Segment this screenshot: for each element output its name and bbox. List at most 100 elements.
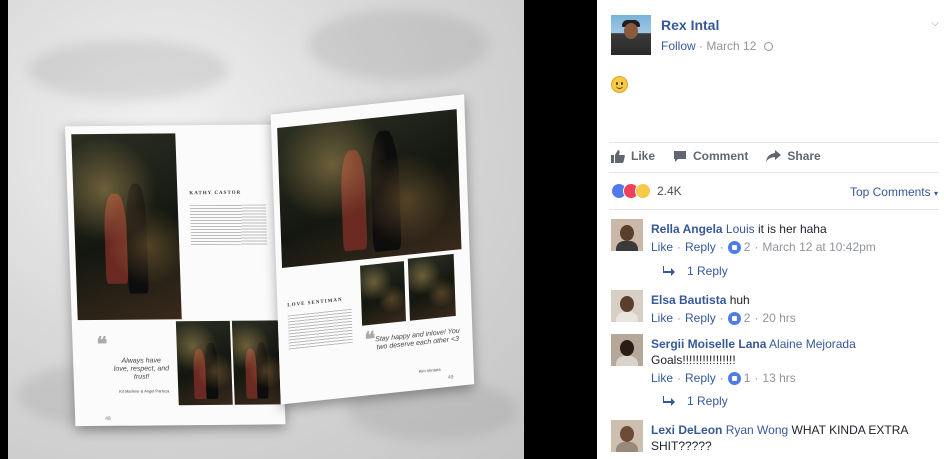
share-icon xyxy=(766,150,782,162)
reply-arrow-icon xyxy=(663,266,675,276)
caret-down-icon: ▾ xyxy=(933,189,938,198)
top-comments-label: Top Comments xyxy=(849,185,931,199)
meta-separator: · xyxy=(677,371,682,385)
like-count[interactable]: 2 xyxy=(744,311,751,325)
reaction-count: 2.4K xyxy=(657,184,682,198)
avatar-head xyxy=(620,296,634,312)
comment-body: huh xyxy=(726,293,750,307)
figure xyxy=(340,148,368,252)
comment-like-link[interactable]: Like xyxy=(651,311,673,325)
meta-separator: · xyxy=(677,311,682,325)
couple-photo xyxy=(175,320,233,406)
comment-meta: Like · Reply · 2 · March 12 at 10:42pm xyxy=(651,240,876,254)
like-count-icon xyxy=(727,311,741,325)
body-text-lines xyxy=(287,308,353,350)
post-header: Rex Intal Follow · March 12 ⌵ xyxy=(611,12,941,56)
meta-separator: · xyxy=(677,240,682,254)
commenter-name[interactable]: Lexi DeLeon xyxy=(651,423,722,437)
avatar-head xyxy=(624,23,638,39)
comment-time[interactable]: 13 hrs xyxy=(762,371,795,385)
avatar-head xyxy=(620,225,634,241)
divider xyxy=(609,172,939,173)
meta-separator: · xyxy=(754,240,759,254)
quote-left: Always have love, respect, and trust! xyxy=(113,357,170,381)
share-label: Share xyxy=(787,149,821,163)
comment-meta: Like · Reply · 2 · 20 hrs xyxy=(651,311,796,325)
share-button[interactable]: Share xyxy=(766,146,821,166)
quote-mark-icon: ❝ xyxy=(96,333,108,356)
avatar-body xyxy=(616,241,638,251)
tagged-user[interactable]: Louis xyxy=(726,222,755,236)
figure xyxy=(125,183,149,294)
avatar-body xyxy=(616,356,638,366)
like-count[interactable]: 1 xyxy=(744,371,751,385)
couple-photo xyxy=(277,109,462,268)
comment-time[interactable]: 20 hrs xyxy=(762,311,795,325)
avatar-body xyxy=(616,312,638,322)
chevron-down-icon[interactable]: ⌵ xyxy=(931,18,939,29)
comment-reply-link[interactable]: Reply xyxy=(685,311,716,325)
commenter-avatar[interactable] xyxy=(611,334,643,366)
replies-count: 1 Reply xyxy=(687,394,728,408)
comment-text: Lexi DeLeon Ryan Wong WHAT KINDA EXTRA S… xyxy=(651,422,941,454)
couple-photo xyxy=(231,320,281,405)
commenter-name[interactable]: Sergii Moiselle Lana xyxy=(651,337,766,351)
tagged-user[interactable]: Ryan Wong xyxy=(726,423,788,437)
post-meta: Follow · March 12 xyxy=(661,39,773,53)
page-number: 49 xyxy=(447,374,454,381)
figure xyxy=(192,349,207,400)
meta-separator: · xyxy=(719,371,724,385)
avatar-head xyxy=(620,340,634,356)
commenter-avatar[interactable] xyxy=(611,420,643,452)
like-button[interactable]: Like xyxy=(611,146,655,166)
follow-link[interactable]: Follow xyxy=(661,39,696,53)
page-number: 48 xyxy=(105,415,111,422)
commenter-avatar[interactable] xyxy=(611,290,643,322)
globe-icon xyxy=(763,42,773,51)
like-label: Like xyxy=(631,149,656,163)
post-date[interactable]: March 12 xyxy=(706,39,756,53)
comment-like-link[interactable]: Like xyxy=(651,371,673,385)
yearbook-right-page: LOVE SENTIMAN ❝ Stay happy and inlove! Y… xyxy=(270,94,475,405)
view-replies-link[interactable]: 1 Reply xyxy=(663,264,728,278)
slightly-smiling-face-icon xyxy=(611,76,628,93)
avatar-head xyxy=(620,426,634,442)
comment-text: Elsa Bautista huh xyxy=(651,292,941,308)
figure xyxy=(244,348,258,399)
like-count-icon xyxy=(727,240,741,254)
comment-time[interactable]: March 12 at 10:42pm xyxy=(762,240,875,254)
tagged-user[interactable]: Alaine Mejorada xyxy=(769,337,856,351)
top-comments-dropdown[interactable]: Top Comments ▾ xyxy=(850,185,938,199)
comment-reply-link[interactable]: Reply xyxy=(685,240,716,254)
meta-separator: · xyxy=(719,311,724,325)
meta-separator: · xyxy=(754,311,759,325)
body-text-lines xyxy=(189,204,268,246)
commenter-avatar[interactable] xyxy=(611,219,643,251)
comment-label: Comment xyxy=(693,149,749,163)
post-photo[interactable]: KATHY CASTOR ❝ Always have love, respect… xyxy=(8,0,524,459)
comment-body: Goals!!!!!!!!!!!!!!!! xyxy=(651,353,736,367)
commenter-name[interactable]: Elsa Bautista xyxy=(651,293,726,307)
yearbook: KATHY CASTOR ❝ Always have love, respect… xyxy=(64,94,476,433)
wow-reaction-icon xyxy=(635,183,651,199)
reply-arrow-icon xyxy=(663,396,675,406)
commenter-name[interactable]: Rella Angela xyxy=(651,222,723,236)
like-count-icon xyxy=(727,371,741,385)
view-replies-link[interactable]: 1 Reply xyxy=(663,394,728,408)
figure xyxy=(255,342,269,399)
divider xyxy=(609,209,939,210)
meta-separator: · xyxy=(719,240,724,254)
reaction-summary[interactable]: 2.4K xyxy=(611,183,682,199)
comment-body: it is her haha xyxy=(754,222,827,236)
left-heading: KATHY CASTOR xyxy=(189,190,242,197)
like-count[interactable]: 2 xyxy=(744,240,751,254)
comment-like-link[interactable]: Like xyxy=(651,240,673,254)
comment-button[interactable]: Comment xyxy=(673,146,748,166)
author-name[interactable]: Rex Intal xyxy=(661,17,719,33)
meta-separator: · xyxy=(754,371,759,385)
figure xyxy=(369,129,402,253)
quote-left-author: Kit Marlene & Angel Partoza xyxy=(119,388,170,394)
divider xyxy=(609,142,939,143)
comment-reply-link[interactable]: Reply xyxy=(685,371,716,385)
author-avatar[interactable] xyxy=(611,15,651,55)
